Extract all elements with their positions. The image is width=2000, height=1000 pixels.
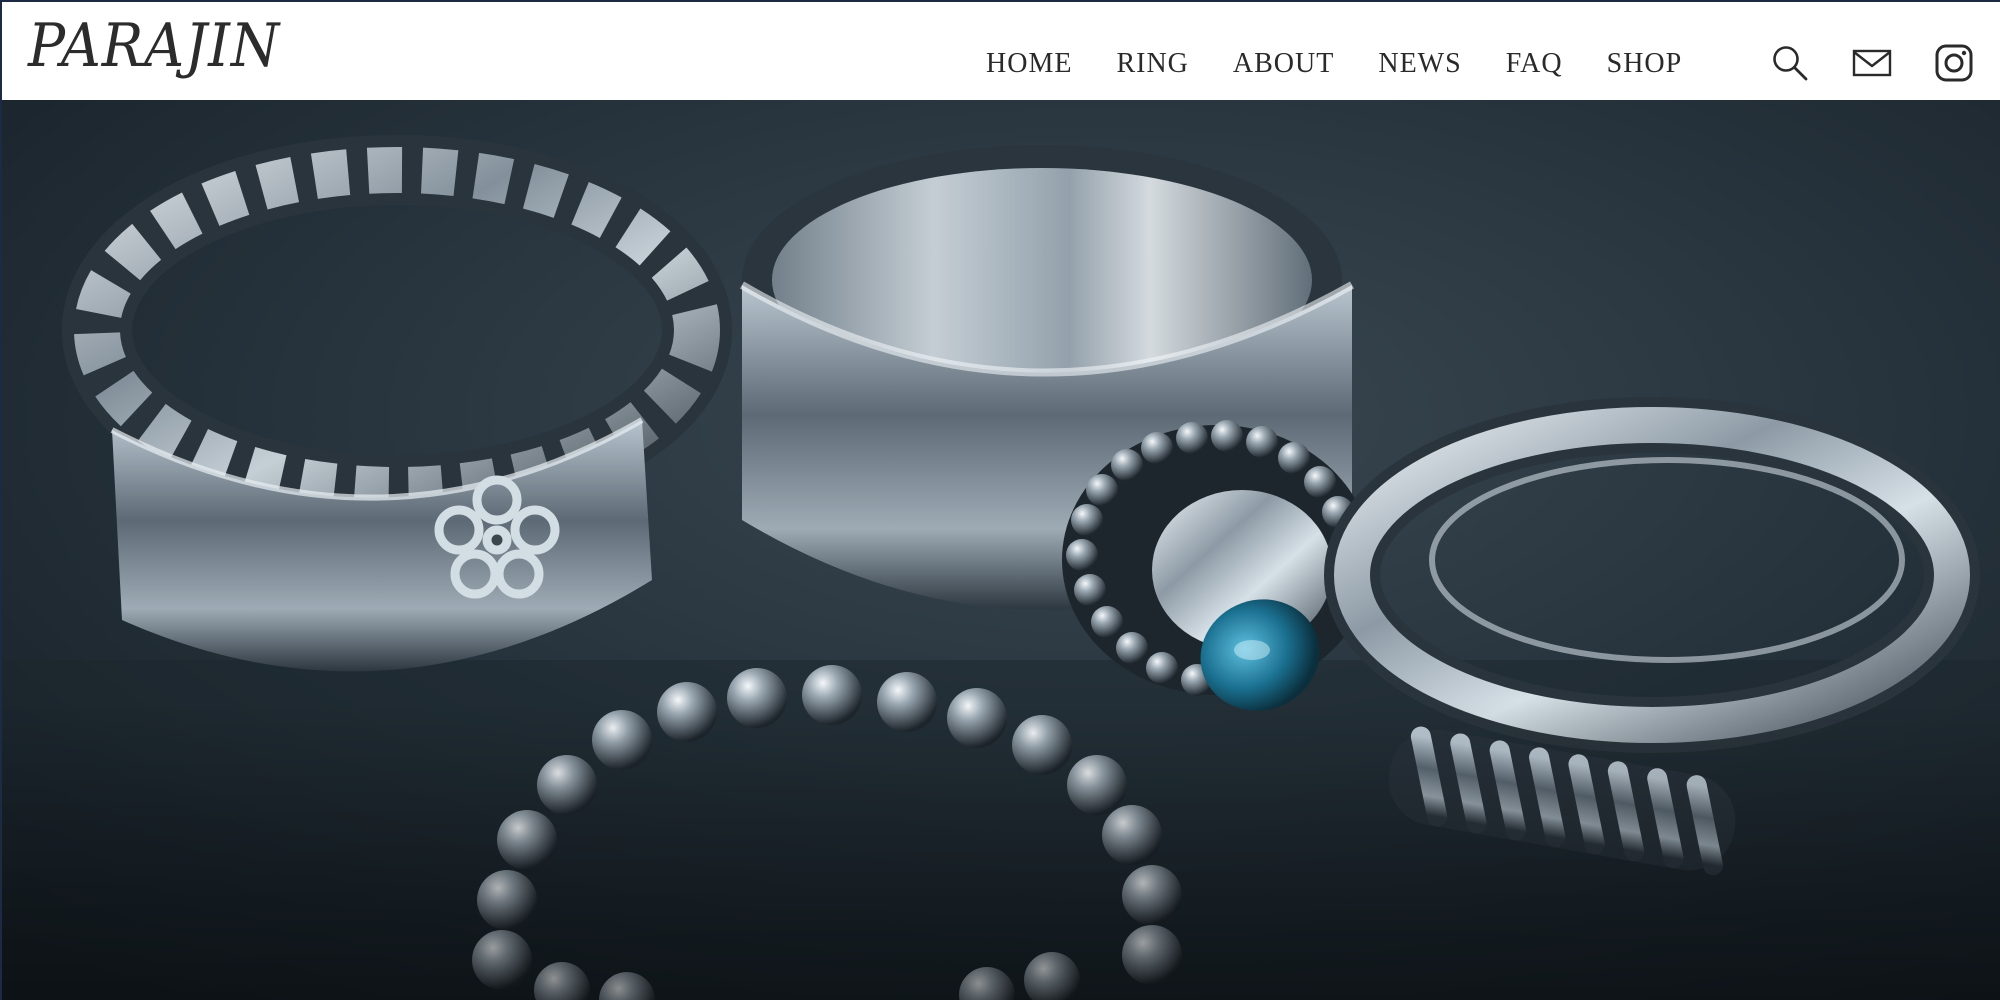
search-icon (1773, 46, 1808, 81)
mail-button[interactable] (1850, 41, 1894, 85)
nav-link-ring[interactable]: RING (1116, 50, 1188, 78)
instagram-icon (1935, 44, 1973, 82)
site-logo[interactable]: PARAJIN (28, 16, 280, 76)
main-nav: HOME RING ABOUT NEWS FAQ SHOP (986, 44, 1682, 84)
mail-icon (1852, 49, 1892, 77)
nav-link-home[interactable]: HOME (986, 50, 1072, 78)
hero-image (0, 100, 2000, 1000)
nav-link-news[interactable]: NEWS (1378, 50, 1461, 78)
header-icons (1768, 40, 1976, 86)
silver-rings-photo (2, 100, 2000, 1000)
nav-link-shop[interactable]: SHOP (1607, 50, 1683, 78)
nav-link-about[interactable]: ABOUT (1233, 50, 1334, 78)
page: PARAJIN HOME RING ABOUT NEWS FAQ SHOP (0, 0, 2000, 1000)
instagram-button[interactable] (1932, 41, 1976, 85)
site-header: PARAJIN HOME RING ABOUT NEWS FAQ SHOP (0, 0, 2000, 100)
search-button[interactable] (1768, 41, 1812, 85)
nav-link-faq[interactable]: FAQ (1506, 50, 1563, 78)
